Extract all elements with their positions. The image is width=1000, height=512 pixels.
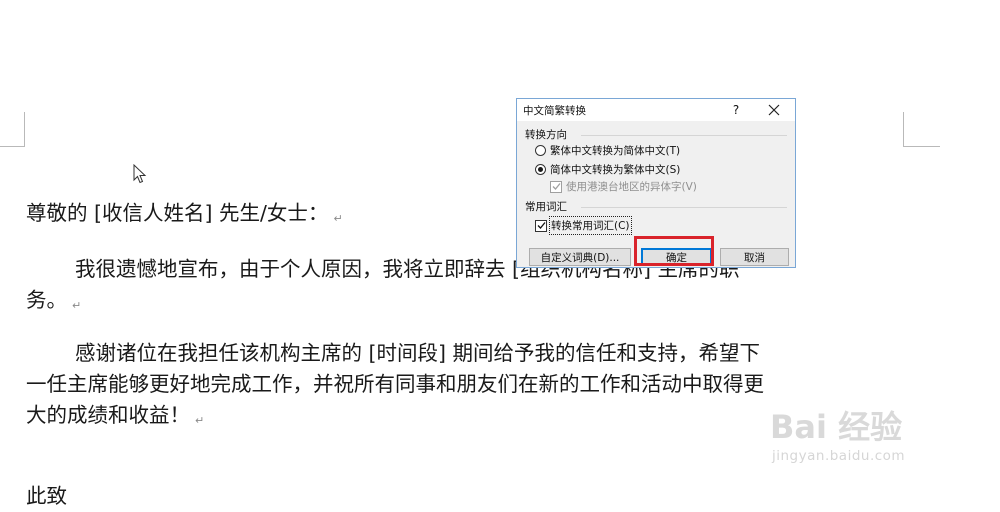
trad-to-simp-label: 繁体中文转换为简体中文(T) — [550, 145, 681, 157]
group-divider — [581, 135, 787, 136]
simp-to-trad-radio[interactable] — [535, 164, 546, 175]
vocab-group-title: 常用词汇 — [525, 201, 567, 213]
text-line: 感谢诸位在我担任该机构主席的 [时间段] 期间给予我的信任和支持，希望下 — [75, 341, 761, 365]
convert-common-vocab-label: 转换常用词汇(C) — [549, 216, 632, 235]
trad-to-simp-radio[interactable] — [535, 145, 546, 156]
convert-common-vocab-checkbox[interactable] — [535, 219, 547, 232]
text-line: 此致 — [26, 484, 67, 508]
text-line: 大的成绩和收益！ ↵ — [26, 403, 205, 427]
group-divider — [581, 207, 787, 208]
direction-group-title: 转换方向 — [525, 129, 567, 141]
svg-text:Bai 经验: Bai 经验 — [770, 408, 902, 446]
salutation-paragraph[interactable]: 尊敬的 [收信人姓名] 先生/女士： ↵ — [26, 198, 343, 229]
paragraph-mark-icon: ↵ — [72, 299, 82, 312]
margin-corner-right — [903, 112, 940, 147]
dialog-title: 中文简繁转换 — [523, 105, 586, 117]
close-icon — [768, 104, 780, 116]
closing-paragraph[interactable]: 此致 — [26, 481, 67, 512]
margin-corner-left — [0, 112, 25, 147]
help-button[interactable]: ? — [725, 100, 747, 120]
thanks-paragraph[interactable]: 感谢诸位在我担任该机构主席的 [时间段] 期间给予我的信任和支持，希望下 一任主… — [26, 338, 764, 431]
paragraph-mark-icon: ↵ — [195, 414, 205, 427]
hk-tw-variants-option[interactable]: 使用港澳台地区的异体字(V) — [550, 179, 697, 194]
text-line: 尊敬的 [收信人姓名] 先生/女士： ↵ — [26, 201, 343, 225]
document-page[interactable]: 尊敬的 [收信人姓名] 先生/女士： ↵ 我很遗憾地宣布，由于个人原因，我将立即辞… — [0, 0, 1000, 508]
convert-common-vocab-option[interactable]: 转换常用词汇(C) — [535, 216, 632, 235]
hk-tw-variants-label: 使用港澳台地区的异体字(V) — [566, 181, 697, 193]
hk-tw-variants-checkbox[interactable] — [550, 180, 562, 193]
simp-to-trad-label: 简体中文转换为繁体中文(S) — [550, 164, 681, 176]
checkmark-icon — [537, 222, 546, 229]
simp-to-trad-option[interactable]: 简体中文转换为繁体中文(S) — [535, 162, 680, 177]
text-line: 务。 ↵ — [26, 288, 82, 312]
text-line: 一任主席能够更好地完成工作，并祝所有同事和朋友们在新的工作和活动中取得更 — [26, 372, 764, 396]
watermark-url: jingyan.baidu.com — [772, 448, 906, 464]
dialog-titlebar[interactable]: 中文简繁转换 ? — [517, 99, 795, 121]
baidu-jingyan-logo: Bai 经验 — [770, 408, 902, 446]
ok-button-highlight — [634, 236, 714, 266]
cancel-button[interactable]: 取消 — [720, 248, 789, 266]
checkmark-icon — [552, 183, 561, 190]
mouse-cursor-icon — [133, 164, 147, 184]
trad-to-simp-option[interactable]: 繁体中文转换为简体中文(T) — [535, 143, 680, 158]
paragraph-mark-icon: ↵ — [333, 212, 343, 225]
close-button[interactable] — [763, 100, 785, 120]
custom-dictionary-button[interactable]: 自定义词典(D)... — [529, 248, 631, 266]
baidu-jingyan-watermark: Bai 经验 jingyan.baidu.com — [768, 404, 1000, 492]
